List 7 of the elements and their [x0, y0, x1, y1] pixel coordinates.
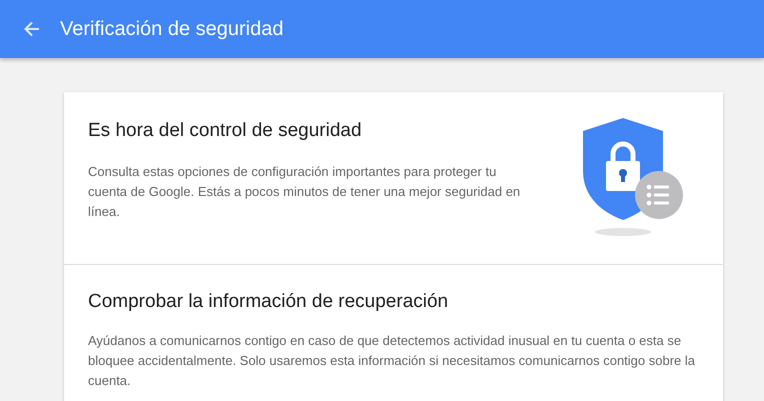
- section-heading: Comprobar la información de recuperación: [88, 291, 450, 313]
- page-title: Verificación de seguridad: [60, 18, 284, 40]
- back-arrow-icon: [22, 19, 42, 39]
- back-button[interactable]: [22, 19, 42, 39]
- section-description: Ayúdanos a comunicarnos contigo en caso de que detectemos actividad inusual en tu cuenta o esta se bloquee accidentalmente. Solo usaremos esta información si necesitamos comunicarnos contigo sobre la cuenta.: [88, 332, 696, 390]
- section-description: Consulta estas opciones de configuración importantes para proteger tu cuenta de Google. Estás a pocos minutos de tener una mejor seguridad en línea.: [88, 163, 522, 221]
- section-heading: Es hora del control de seguridad: [88, 120, 363, 142]
